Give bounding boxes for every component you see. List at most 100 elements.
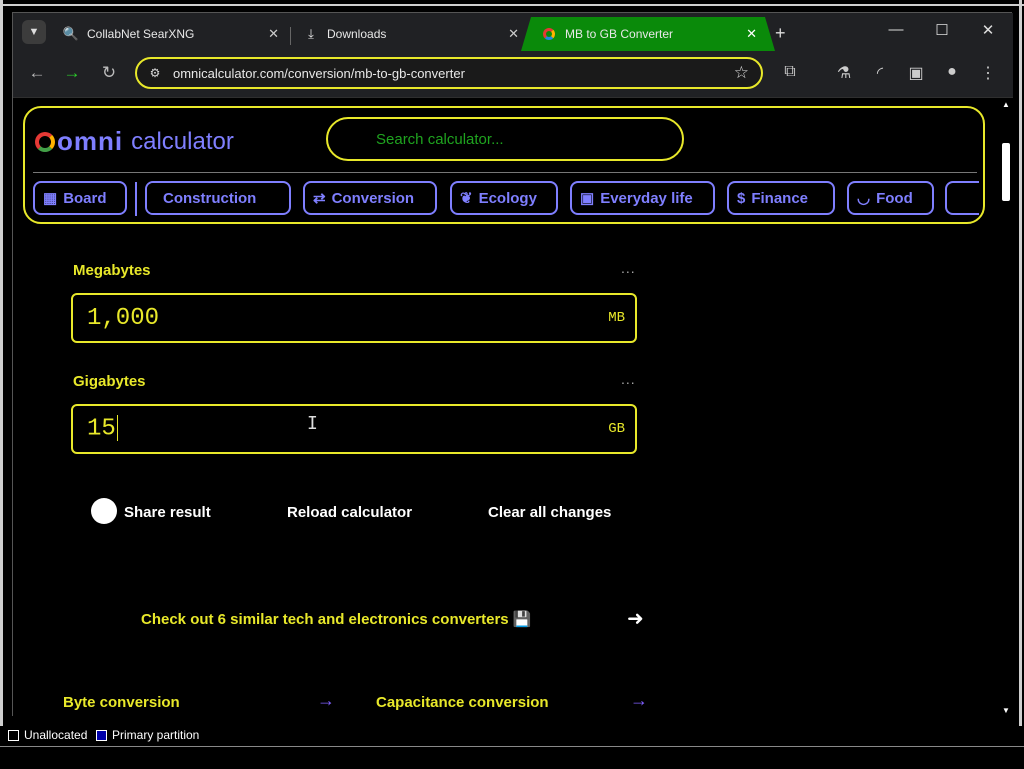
tab-title: CollabNet SearXNG [87, 27, 195, 41]
gigabytes-input[interactable]: 15 GB [71, 404, 637, 454]
tab-title: Downloads [327, 27, 387, 41]
megabytes-unit[interactable]: MB [608, 310, 625, 326]
tab-searxng[interactable]: 🔍 CollabNet SearXNG ✕ [53, 17, 289, 51]
scroll-thumb[interactable] [1002, 143, 1010, 201]
page-content: omni calculator ▦ Board Construction ⇄ C… [13, 98, 999, 717]
search-icon: 🔍 [62, 26, 80, 41]
loading-spinner-icon: ◜ [876, 65, 884, 82]
labs-flask-icon[interactable]: ⚗ [833, 63, 855, 83]
omni-brand-mark: omni [57, 126, 124, 156]
tab-strip: ▼ 🔍 CollabNet SearXNG ✕ ⤓ Downloads ✕ MB… [13, 13, 1013, 51]
download-icon: ⤓ [308, 26, 314, 41]
arrow-right-icon[interactable]: → [317, 690, 335, 711]
gigabytes-value[interactable]: 15 [87, 415, 118, 443]
share-result-button[interactable]: Share result [124, 504, 211, 521]
close-icon[interactable]: ✕ [268, 26, 279, 42]
extensions-icon[interactable]: ⧉ [779, 63, 801, 81]
unallocated-label: Unallocated [24, 728, 88, 742]
gigabytes-value-text: 15 [87, 415, 116, 443]
similar-converters-link[interactable]: Check out 6 similar tech and electronics… [141, 610, 531, 628]
maximize-icon[interactable]: ☐ [927, 21, 957, 39]
address-url[interactable]: omnicalculator.com/conversion/mb-to-gb-c… [173, 66, 465, 81]
bottom-status-strip [0, 746, 1024, 769]
header-divider [33, 172, 977, 173]
category-label: Finance [751, 189, 809, 207]
clear-all-changes-button[interactable]: Clear all changes [488, 504, 611, 521]
megabytes-value[interactable]: 1,000 [87, 305, 159, 332]
site-info-icon[interactable]: ⚙ [147, 65, 163, 81]
category-label: Construction [163, 189, 257, 207]
reload-icon[interactable]: ↻ [97, 63, 121, 83]
forward-arrow-icon[interactable]: → [60, 63, 84, 83]
omni-header: omni calculator ▦ Board Construction ⇄ C… [23, 106, 985, 224]
megabytes-more-icon[interactable]: ... [621, 260, 636, 276]
tab-title: MB to GB Converter [565, 27, 674, 41]
browser-toolbar: ← → ↻ ⚙ omnicalculator.com/conversion/mb… [13, 51, 1013, 98]
megabytes-input[interactable]: 1,000 MB [71, 293, 637, 343]
byte-conversion-link[interactable]: Byte conversion [63, 694, 180, 711]
leaf-icon: ❦ [460, 190, 473, 207]
conversion-arrows-icon: ⇄ [313, 190, 326, 207]
tab-search-button[interactable]: ▼ [22, 20, 46, 44]
omni-logo-icon [35, 131, 55, 152]
category-ecology[interactable]: ❦ Ecology [450, 181, 558, 215]
board-grid-icon: ▦ [43, 190, 58, 207]
tab-mb-to-gb[interactable]: MB to GB Converter ✕ [521, 17, 775, 51]
category-label: Ecology [478, 189, 537, 207]
scroll-up-arrow-icon[interactable]: ▲ [1002, 100, 1010, 109]
washing-machine-icon: ▣ [580, 190, 595, 207]
address-bar[interactable]: ⚙ omnicalculator.com/conversion/mb-to-gb… [135, 57, 763, 89]
profile-avatar-icon[interactable]: ● [941, 63, 963, 81]
category-finance[interactable]: $ Finance [727, 181, 835, 215]
category-board[interactable]: ▦ Board [33, 181, 127, 215]
mouse-ibeam-cursor-icon: I [307, 413, 318, 434]
text-caret [116, 415, 118, 442]
close-icon[interactable]: ✕ [746, 26, 757, 42]
omni-favicon-icon [541, 26, 557, 42]
share-icon[interactable] [91, 498, 117, 524]
category-label: Everyday life [600, 189, 693, 207]
omni-brand-word: calculator [131, 127, 234, 155]
arrow-right-icon[interactable]: → [630, 690, 648, 711]
new-tab-plus-icon[interactable]: + [775, 23, 786, 44]
desktop-border-top [0, 4, 1024, 6]
category-conversion[interactable]: ⇄ Conversion [303, 181, 437, 215]
page-scrollbar[interactable]: ▲ ▼ [999, 98, 1013, 717]
category-next-partial[interactable] [945, 181, 979, 215]
desktop-border-left [0, 0, 3, 768]
category-separator [135, 182, 137, 216]
food-bowl-icon: ◡ [857, 190, 871, 207]
window-close-icon[interactable]: ✕ [973, 21, 1003, 39]
partition-legend-bar: Unallocated Primary partition [0, 726, 1024, 746]
tab-downloads[interactable]: ⤓ Downloads ✕ [293, 17, 529, 51]
capacitance-conversion-link[interactable]: Capacitance conversion [376, 694, 549, 711]
category-label: Conversion [331, 189, 415, 207]
side-panel-icon[interactable]: ▣ [905, 63, 927, 83]
chevron-down-icon: ▼ [28, 26, 40, 38]
scroll-fade-right [947, 183, 967, 213]
tab-separator [290, 27, 291, 45]
scroll-down-arrow-icon[interactable]: ▼ [1002, 706, 1010, 715]
primary-partition-label: Primary partition [112, 728, 200, 742]
minimize-icon[interactable]: — [881, 21, 911, 38]
omni-logo[interactable]: omni calculator [35, 126, 234, 157]
menu-kebab-icon[interactable]: ⋮ [977, 63, 999, 83]
close-icon[interactable]: ✕ [508, 26, 519, 42]
category-construction[interactable]: Construction [145, 181, 291, 215]
category-label: Board [63, 189, 107, 207]
gigabytes-more-icon[interactable]: ... [621, 371, 636, 387]
arrow-right-icon[interactable]: ➜ [627, 606, 644, 631]
category-everyday-life[interactable]: ▣ Everyday life [570, 181, 715, 215]
reload-calculator-button[interactable]: Reload calculator [287, 504, 412, 521]
primary-partition-swatch [96, 730, 107, 741]
megabytes-label: Megabytes [73, 262, 151, 279]
calculator-search[interactable] [326, 117, 684, 161]
dollar-icon: $ [737, 189, 746, 207]
search-input[interactable] [374, 129, 658, 149]
browser-window: ▼ 🔍 CollabNet SearXNG ✕ ⤓ Downloads ✕ MB… [12, 12, 1013, 717]
category-food[interactable]: ◡ Food [847, 181, 934, 215]
bookmark-star-icon[interactable]: ☆ [734, 63, 749, 83]
back-arrow-icon[interactable]: ← [25, 63, 49, 83]
desktop-border-right [1019, 0, 1022, 768]
gigabytes-unit[interactable]: GB [608, 421, 625, 437]
